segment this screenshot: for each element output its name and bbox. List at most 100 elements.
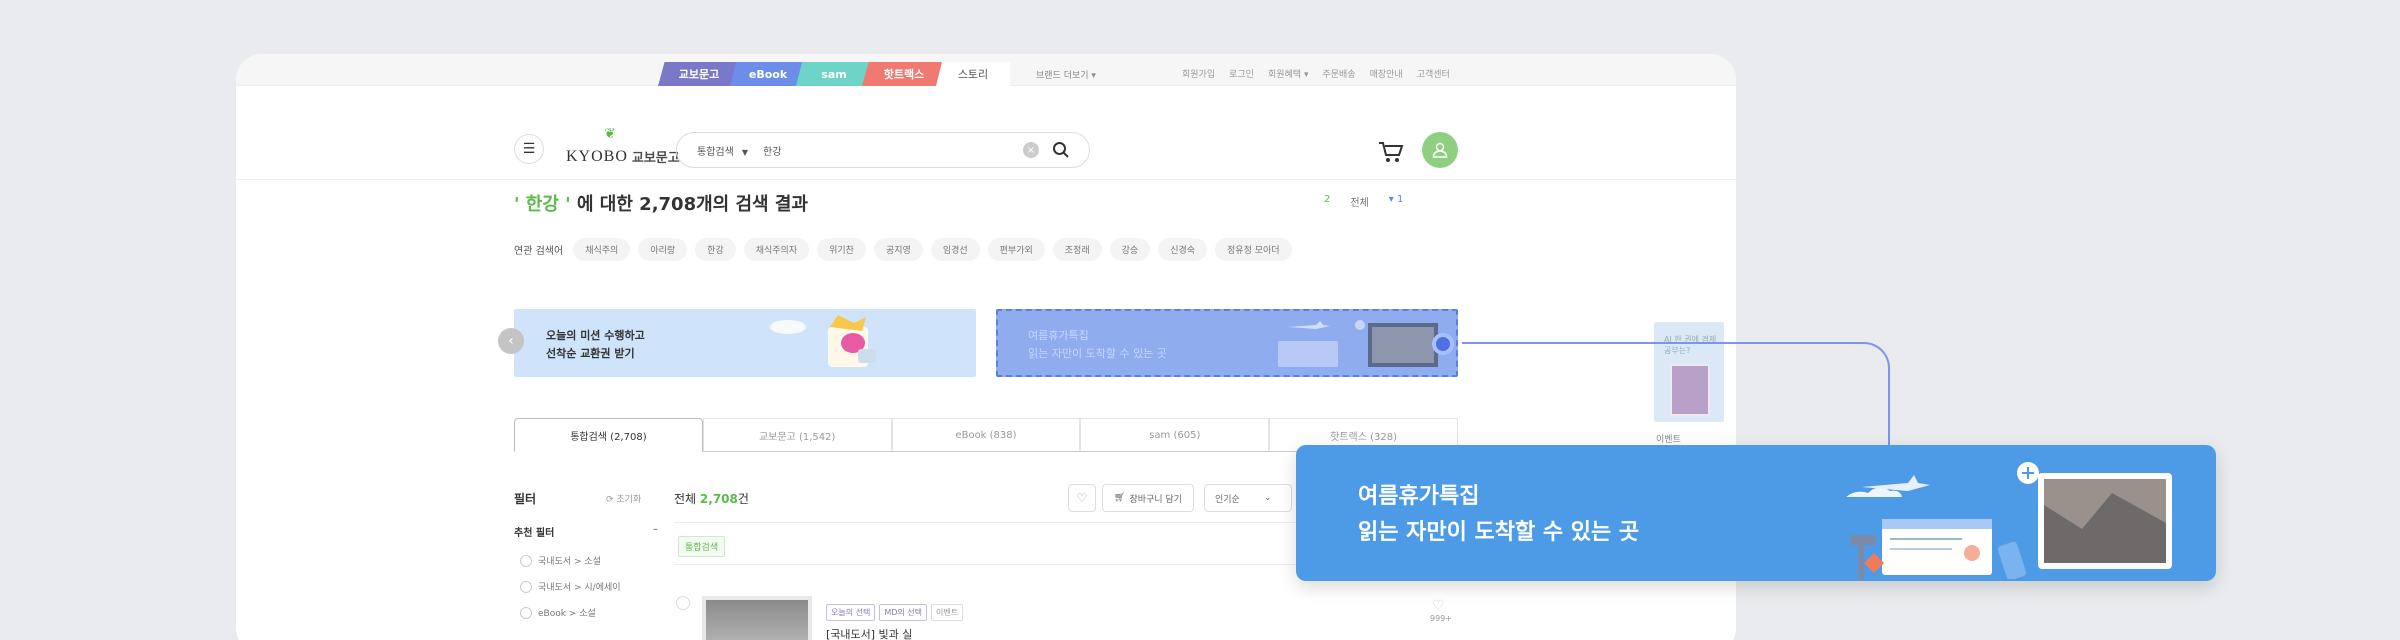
filter-option-label: 국내도서 > 시/에세이 (538, 583, 621, 593)
gift-illustration (770, 315, 876, 367)
collapse-icon[interactable]: – (653, 524, 658, 535)
current-page: 2 (1324, 194, 1331, 205)
summer-banner[interactable]: 여름휴가특집 읽는 자만이 도착할 수 있는 곳 (996, 309, 1458, 377)
cart-icon[interactable] (1378, 140, 1404, 164)
book-title[interactable]: [국내도서] 빛과 실 (826, 626, 912, 640)
channel-tab-sam[interactable]: sam (796, 62, 872, 86)
callout-connector (1462, 342, 1890, 452)
search-result-title: ' 한강 ' 에 대한 2,708개의 검색 결과 (514, 190, 808, 216)
leaf-icon: ❦ (604, 126, 616, 142)
total-suffix: 건 (737, 492, 749, 506)
callout-line: 여름휴가특집 (1358, 484, 1480, 509)
filter-option[interactable]: 국내도서 > 소설 (520, 554, 601, 567)
search-bar: 통합검색 ▼ 한강 × (676, 132, 1090, 168)
related-chip[interactable]: 편부가외 (987, 238, 1045, 261)
util-link-login[interactable]: 로그인 (1229, 67, 1254, 80)
related-chip[interactable]: 위기찬 (817, 238, 866, 261)
heart-icon: ♡ (1076, 491, 1088, 505)
recommended-filter-label: 추천 필터 (514, 528, 555, 539)
like-count: 999+ (1430, 614, 1452, 623)
channel-tab-story[interactable]: 스토리 (936, 62, 1010, 86)
tab-ebook[interactable]: eBook (838) (891, 418, 1081, 451)
related-label: 연관 검색어 (514, 246, 564, 257)
kyobo-logo[interactable]: ❦ KYOBO 교보문고 (566, 126, 680, 166)
tab-kyobo[interactable]: 교보문고 (1,542) (702, 418, 892, 451)
book-badges: 오늘의 선택 MD의 선택 이벤트 (826, 604, 964, 621)
total-prefix: 전체 (674, 492, 700, 506)
related-chip[interactable]: 강승 (1109, 238, 1151, 261)
like-heart-icon[interactable]: ♡ (1432, 598, 1445, 614)
related-chip[interactable]: 공지영 (873, 238, 923, 261)
cart-button-label: 장바구니 담기 (1129, 494, 1182, 505)
wishlist-button[interactable]: ♡ (1068, 484, 1096, 512)
add-to-cart-button[interactable]: 🛒︎ 장바구니 담기 (1102, 484, 1194, 512)
active-scope-tag[interactable]: 통합검색 (678, 536, 726, 557)
radio-icon (520, 554, 532, 567)
search-icon[interactable] (1051, 140, 1071, 160)
banner-indicator-dot[interactable] (1432, 333, 1454, 355)
banner-prev-button[interactable]: ‹ (498, 328, 524, 354)
user-icon (1432, 142, 1448, 158)
hamburger-icon: ☰ (522, 141, 536, 157)
callout-line: 읽는 자만이 도착할 수 있는 곳 (1358, 520, 1640, 545)
page-next[interactable]: ▾ 1 (1389, 194, 1404, 209)
channel-tab-kyobo[interactable]: 교보문고 (658, 62, 740, 86)
banner-line: 여름휴가특집 (1028, 329, 1089, 342)
banner-line: 읽는 자만이 도착할 수 있는 곳 (1028, 347, 1167, 360)
chevron-down-icon: ⌄ (1263, 493, 1272, 503)
util-link-support[interactable]: 고객센터 (1417, 67, 1450, 80)
search-scope-select[interactable]: 통합검색 ▼ (697, 143, 757, 158)
search-keyword: ' 한강 ' (514, 194, 571, 215)
brand-more-link[interactable]: 브랜드 더보기 ▾ (1036, 68, 1096, 81)
logo-text-en: KYOBO (566, 148, 628, 165)
banner-line: 선착순 교환권 받기 (546, 347, 635, 360)
util-link-stores[interactable]: 매장안내 (1370, 67, 1403, 80)
logo-text-ko: 교보문고 (631, 151, 680, 166)
tab-all[interactable]: 통합검색 (2,708) (514, 418, 703, 452)
channel-tab-hottracks[interactable]: 핫트랙스 (862, 62, 946, 86)
filter-option-label: eBook > 소설 (538, 609, 596, 619)
result-count-text: 에 대한 2,708개의 검색 결과 (570, 194, 808, 215)
sort-label: 인기순 (1215, 494, 1240, 505)
related-chip[interactable]: 채식주의 (573, 238, 631, 261)
filter-reset-button[interactable]: ⟳ 초기화 (606, 492, 641, 505)
filter-option[interactable]: eBook > 소설 (520, 606, 596, 619)
mission-banner-text: 오늘의 미션 수행하고 선착순 교환권 받기 (546, 327, 645, 363)
book-cover[interactable] (702, 596, 812, 640)
summer-banner-callout[interactable]: 여름휴가특집 읽는 자만이 도착할 수 있는 곳 (1296, 445, 2216, 581)
chevron-left-icon: ‹ (508, 333, 514, 349)
caret-down-icon: ▼ (741, 147, 748, 157)
pagination-info: 2 전체 ▾ 1 (1324, 194, 1403, 209)
recommended-filter-header[interactable]: 추천 필터 – (514, 524, 658, 539)
badge: 오늘의 선택 (826, 604, 876, 621)
filter-option[interactable]: 국내도서 > 시/에세이 (520, 580, 621, 593)
menu-button[interactable]: ☰ (514, 134, 544, 164)
util-link-signup[interactable]: 회원가입 (1182, 67, 1215, 80)
related-chip[interactable]: 정유정 모아더 (1215, 238, 1292, 261)
summer-banner-text: 여름휴가특집 읽는 자만이 도착할 수 있는 곳 (1028, 327, 1167, 363)
item-checkbox[interactable] (676, 596, 690, 610)
sort-select[interactable]: 인기순 ⌄ (1204, 484, 1292, 512)
tab-sam[interactable]: sam (605) (1080, 418, 1270, 451)
radio-icon (520, 580, 532, 593)
travel-illustration (1278, 320, 1438, 367)
util-link-orders[interactable]: 주문배송 (1322, 67, 1355, 80)
mission-banner[interactable]: 오늘의 미션 수행하고 선착순 교환권 받기 (514, 309, 976, 377)
page-filter-label[interactable]: 전체 (1350, 194, 1368, 209)
total-number: 2,708 (699, 492, 738, 506)
related-chip[interactable]: 조정래 (1052, 238, 1102, 261)
total-count: 전체 2,708건 (674, 490, 749, 507)
related-chip[interactable]: 채식주의자 (743, 238, 810, 261)
related-chip[interactable]: 신경숙 (1158, 238, 1208, 261)
util-link-benefits[interactable]: 회원혜택 ▾ (1268, 67, 1309, 80)
travel-illustration-large (1846, 462, 2172, 579)
clear-search-icon[interactable]: × (1023, 142, 1039, 158)
radio-icon (520, 606, 532, 619)
user-avatar[interactable] (1422, 132, 1458, 168)
callout-text: 여름휴가특집 읽는 자만이 도착할 수 있는 곳 (1358, 479, 1639, 551)
search-input[interactable]: 한강 (763, 143, 1023, 158)
channel-tab-ebook[interactable]: eBook (730, 62, 806, 86)
related-chip[interactable]: 임경선 (930, 238, 980, 261)
related-chip[interactable]: 한강 (695, 238, 736, 261)
related-chip[interactable]: 아리랑 (638, 238, 688, 261)
